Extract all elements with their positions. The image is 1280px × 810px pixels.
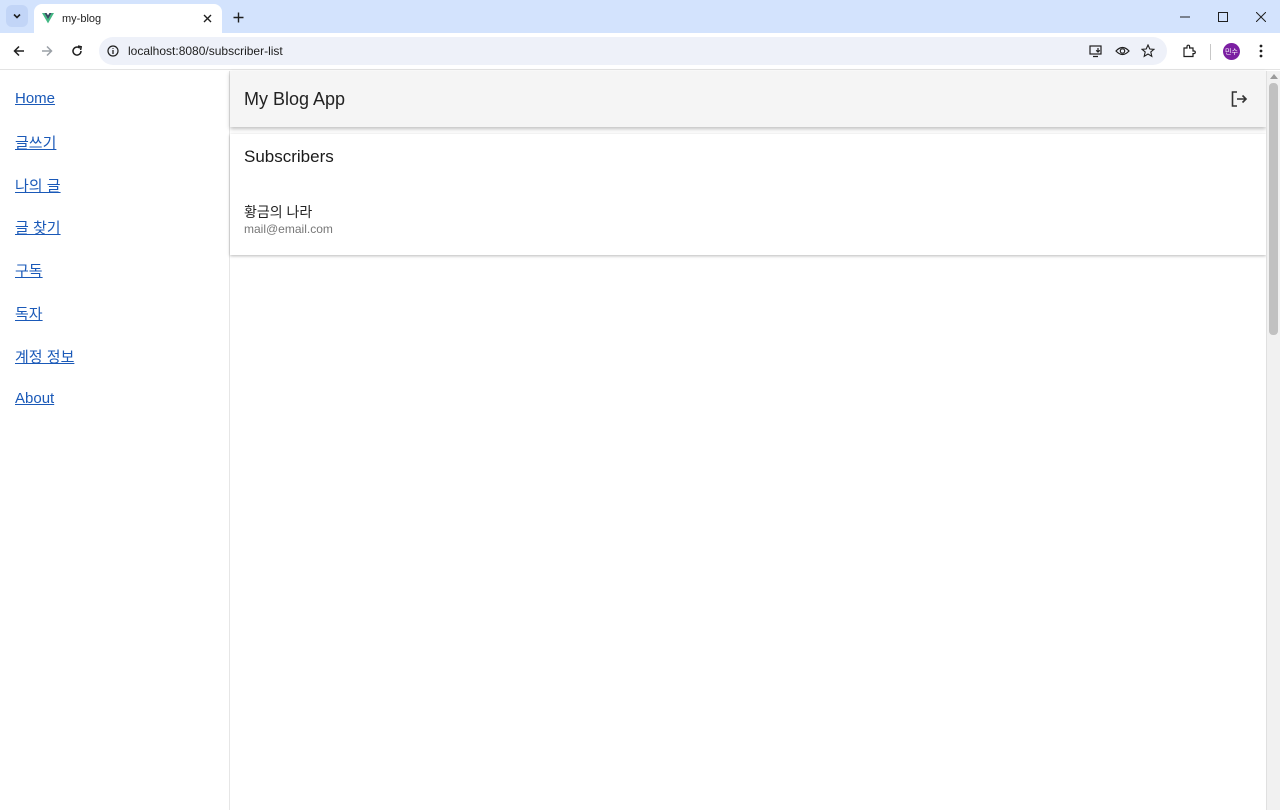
forward-button[interactable] — [36, 40, 58, 62]
arrow-left-icon — [13, 45, 24, 57]
toolbar-divider — [1210, 44, 1211, 60]
close-icon — [1256, 11, 1266, 22]
site-info-button[interactable] — [104, 42, 122, 60]
nav-account-info[interactable]: 계정 정보 — [15, 346, 74, 367]
app-title: My Blog App — [244, 89, 346, 109]
arrow-right-icon — [42, 45, 53, 57]
nav-readers[interactable]: 독자 — [15, 303, 43, 324]
nav-subscriptions[interactable]: 구독 — [15, 260, 43, 281]
sidebar: Home 글쓰기 나의 글 글 찾기 구독 독자 계정 정보 About — [0, 71, 230, 810]
maximize-icon — [1218, 11, 1228, 22]
tab-title: my-blog — [62, 12, 102, 25]
nav-write[interactable]: 글쓰기 — [15, 132, 56, 153]
browser-titlebar: my-blog — [0, 0, 1280, 33]
reload-button[interactable] — [66, 40, 88, 62]
minimize-button[interactable] — [1166, 0, 1204, 33]
scrollbar-thumb[interactable] — [1269, 83, 1278, 335]
url-text: localhost:8080/subscriber-list — [128, 44, 283, 58]
subscriber-name: 황금의 나라 — [244, 204, 313, 220]
tab-close-button[interactable] — [200, 12, 214, 26]
nav-find-posts[interactable]: 글 찾기 — [15, 217, 61, 238]
puzzle-icon — [1183, 44, 1196, 58]
reading-mode-button[interactable] — [1113, 42, 1131, 60]
browser-tab[interactable]: my-blog — [34, 4, 222, 33]
page-viewport: Home 글쓰기 나의 글 글 찾기 구독 독자 계정 정보 About My … — [0, 71, 1280, 810]
browser-toolbar: localhost:8080/subscriber-list 민수 — [0, 33, 1280, 70]
nav-about[interactable]: About — [15, 390, 54, 407]
profile-avatar[interactable]: 민수 — [1223, 43, 1240, 60]
vertical-scrollbar[interactable] — [1266, 71, 1280, 810]
nav-home[interactable]: Home — [15, 90, 55, 107]
chevron-down-icon — [13, 13, 21, 19]
install-app-button[interactable] — [1087, 42, 1105, 60]
address-bar[interactable]: localhost:8080/subscriber-list — [99, 37, 1167, 65]
app-bar: My Blog App — [230, 71, 1266, 127]
logout-icon — [1231, 91, 1248, 107]
new-tab-button[interactable] — [229, 8, 247, 26]
nav-my-posts[interactable]: 나의 글 — [15, 175, 61, 196]
star-icon — [1141, 44, 1155, 58]
logout-button[interactable] — [1228, 88, 1250, 110]
vue-logo-icon — [42, 13, 54, 24]
install-icon — [1089, 45, 1102, 58]
scroll-up-arrow[interactable] — [1270, 74, 1278, 79]
maximize-button[interactable] — [1204, 0, 1242, 33]
bookmark-button[interactable] — [1139, 42, 1157, 60]
eye-icon — [1114, 46, 1130, 56]
browser-menu-button[interactable] — [1251, 41, 1271, 61]
minimize-icon — [1180, 16, 1190, 17]
extensions-button[interactable] — [1179, 41, 1199, 61]
tab-search-button[interactable] — [6, 5, 28, 27]
subscriber-email: mail@email.com — [244, 222, 333, 236]
close-icon — [203, 14, 211, 23]
info-icon — [107, 45, 119, 57]
plus-icon — [233, 12, 243, 22]
subscribers-card: Subscribers 황금의 나라 mail@email.com — [230, 134, 1266, 255]
more-vert-icon — [1259, 44, 1263, 58]
main-content: My Blog App Subscribers 황금의 나라 mail@emai… — [230, 71, 1266, 810]
back-button[interactable] — [8, 40, 30, 62]
close-window-button[interactable] — [1242, 0, 1280, 33]
card-title: Subscribers — [244, 147, 334, 166]
reload-icon — [72, 45, 83, 56]
